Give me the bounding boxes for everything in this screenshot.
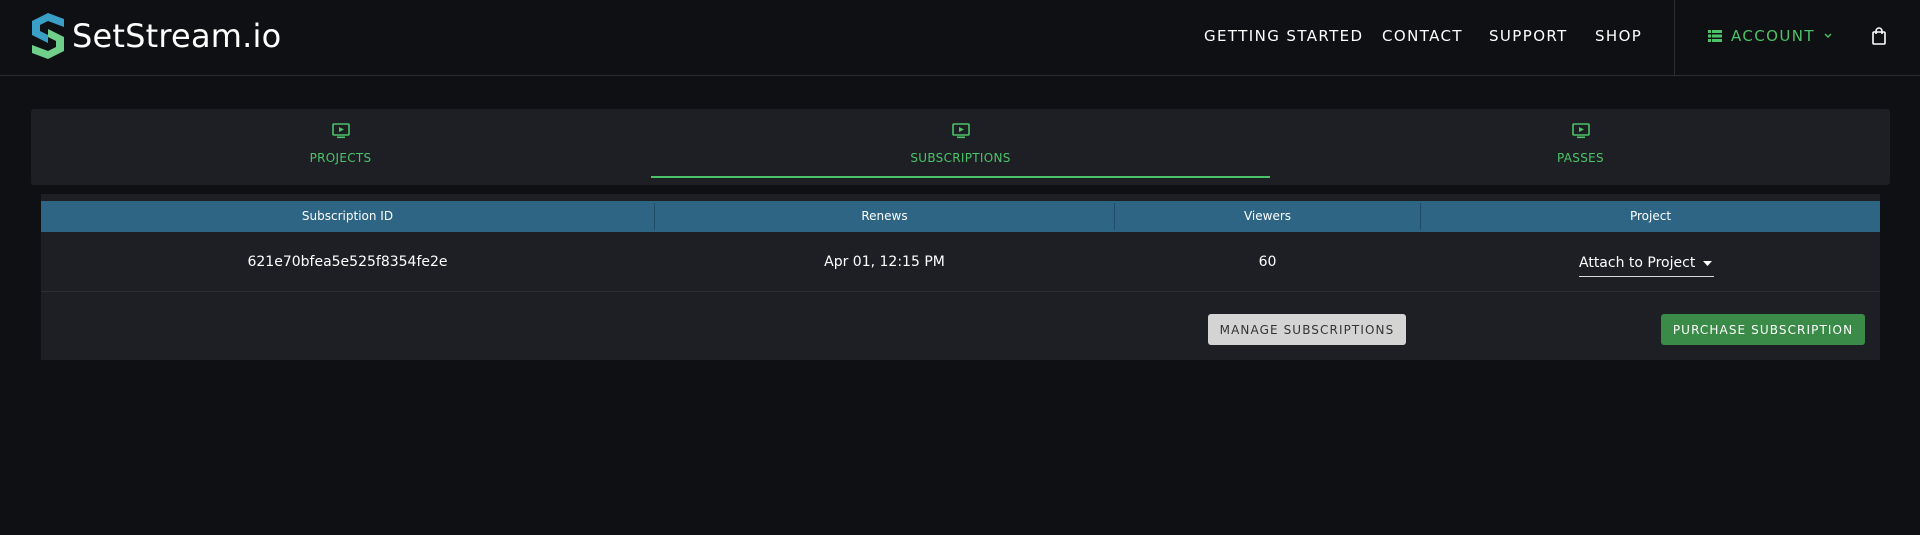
brand-name: SetStream.io <box>72 17 282 55</box>
cell-subscription-id: 621e70bfea5e525f8354fe2e <box>247 254 448 270</box>
tab-passes[interactable]: PASSES <box>1271 109 1890 185</box>
cell-renews: Apr 01, 12:15 PM <box>824 254 945 270</box>
tv-play-icon <box>331 123 350 144</box>
brand-logo[interactable]: SetStream.io <box>30 13 281 59</box>
nav-shop[interactable]: SHOP <box>1595 27 1642 45</box>
setstream-s-logo-icon <box>32 13 64 59</box>
cell-viewers: 60 <box>1258 254 1277 270</box>
nav-divider <box>1674 0 1675 76</box>
table-row: 621e70bfea5e525f8354fe2e Apr 01, 12:15 P… <box>41 232 1880 292</box>
list-icon <box>1708 30 1722 42</box>
attach-to-project-dropdown[interactable]: Attach to Project <box>1579 250 1715 277</box>
nav-contact[interactable]: CONTACT <box>1382 27 1463 45</box>
account-menu[interactable]: ACCOUNT <box>1708 27 1832 45</box>
nav-support[interactable]: SUPPORT <box>1489 27 1568 45</box>
tab-label: PASSES <box>1557 151 1604 165</box>
tab-label: PROJECTS <box>309 151 372 165</box>
tab-label: SUBSCRIPTIONS <box>910 151 1011 165</box>
chevron-down-icon <box>1824 33 1832 39</box>
column-header-viewers: Viewers <box>1243 209 1292 223</box>
shopping-bag-icon[interactable] <box>1872 27 1886 50</box>
tv-play-icon <box>951 123 970 144</box>
purchase-subscription-button[interactable]: PURCHASE SUBSCRIPTION <box>1661 314 1865 345</box>
subscriptions-panel: Subscription ID Renews Viewers Project 6… <box>41 194 1880 360</box>
section-tabs: PROJECTS SUBSCRIPTIONS PASSES <box>31 109 1890 185</box>
table-header: Subscription ID Renews Viewers Project <box>41 201 1880 232</box>
account-label: ACCOUNT <box>1731 27 1815 45</box>
attach-to-project-label: Attach to Project <box>1579 255 1696 271</box>
column-header-subscription-id: Subscription ID <box>301 209 394 223</box>
tab-subscriptions[interactable]: SUBSCRIPTIONS <box>651 109 1270 185</box>
column-header-project: Project <box>1629 209 1672 223</box>
manage-subscriptions-button[interactable]: MANAGE SUBSCRIPTIONS <box>1208 314 1406 345</box>
tab-projects[interactable]: PROJECTS <box>31 109 650 185</box>
tv-play-icon <box>1571 123 1590 144</box>
caret-down-icon <box>1703 260 1713 266</box>
nav-getting-started[interactable]: GETTING STARTED <box>1204 27 1364 45</box>
top-navbar: SetStream.io GETTING STARTED CONTACT SUP… <box>0 0 1920 76</box>
column-header-renews: Renews <box>861 209 908 223</box>
